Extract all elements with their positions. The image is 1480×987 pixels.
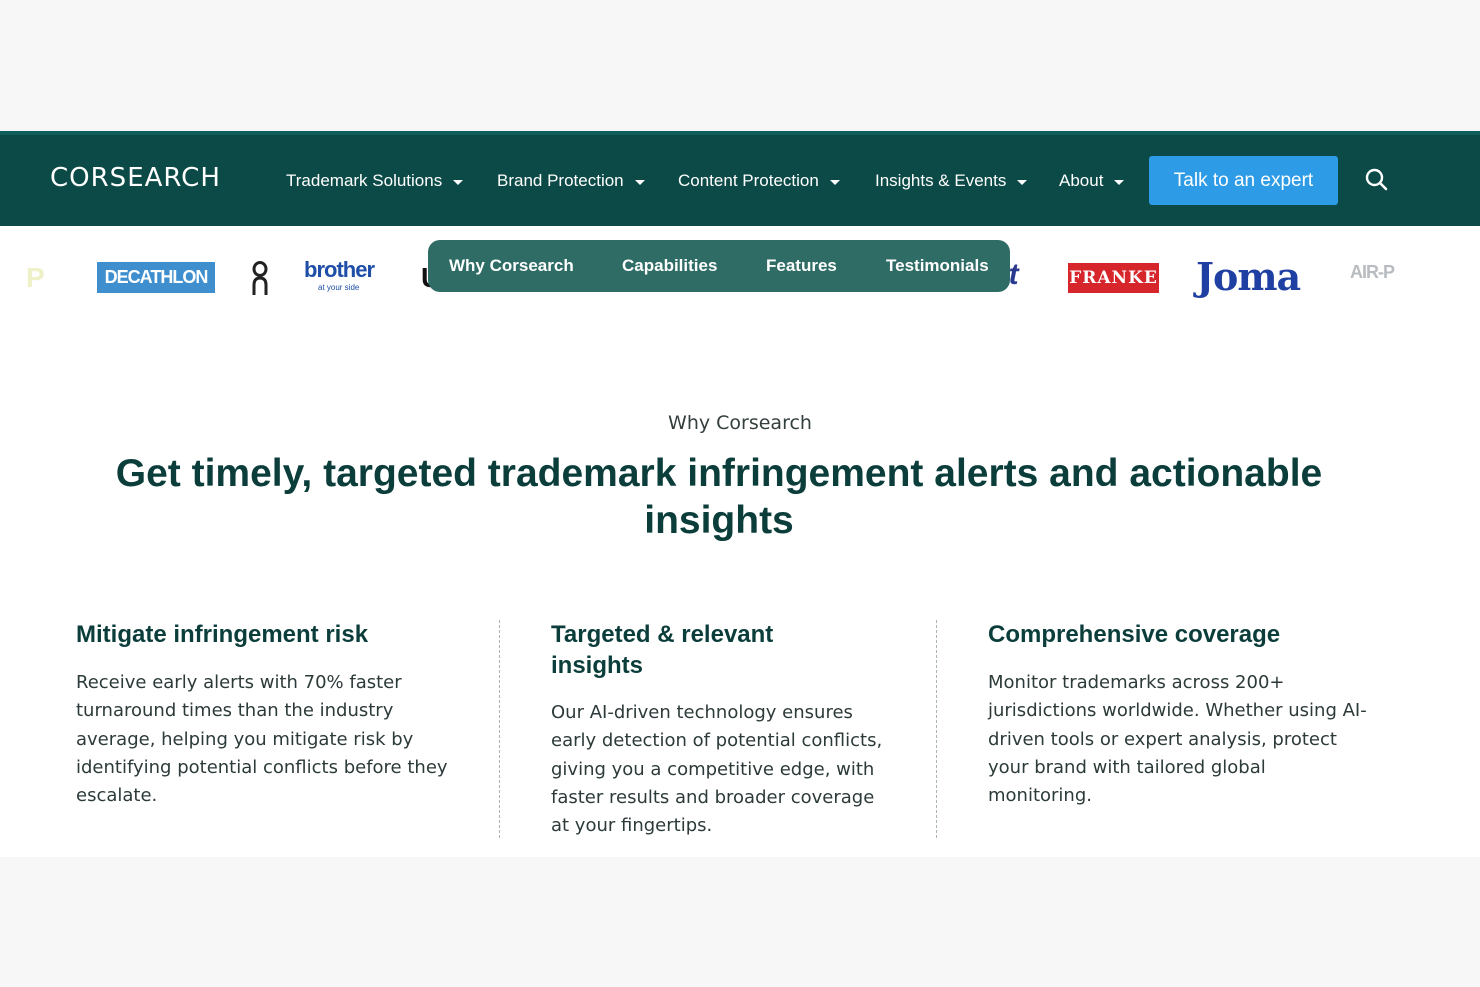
section-headline: Get timely, targeted trademark infringem… [115,452,1323,542]
nav-insights-events[interactable]: Insights & Events [875,168,1028,194]
subnav-tab-capabilities[interactable]: Capabilities [622,256,717,276]
feature-body: Receive early alerts with 70% faster tur… [76,672,448,807]
section-subnav: Why Corsearch Capabilities Features Test… [428,240,1010,292]
nav-label: Insights & Events [875,171,1007,190]
feature-title: Mitigate infringement risk [76,621,369,648]
nav-label: Trademark Solutions [286,171,443,190]
chevron-down-icon [829,179,840,185]
search-icon[interactable] [1364,167,1390,193]
chevron-down-icon [453,179,464,185]
brother-logo: brother [304,257,375,282]
nav-about[interactable]: About [1059,168,1125,194]
nav-content-protection[interactable]: Content Protection [678,168,840,194]
feature-title: Targeted & relevant insights [551,621,774,679]
nav-label: About [1059,171,1104,190]
feature-body: Monitor trademarks across 200+ jurisdict… [988,672,1367,807]
nav-trademark-solutions[interactable]: Trademark Solutions [286,168,464,194]
brother-tagline: at your side [318,283,360,292]
corsearch-logo[interactable]: CORSEARCH [50,163,221,193]
column-divider [936,620,937,838]
subnav-tab-why-corsearch[interactable]: Why Corsearch [449,256,574,276]
nav-brand-protection[interactable]: Brand Protection [497,168,645,194]
chevron-down-icon [1017,179,1028,185]
subnav-tab-testimonials[interactable]: Testimonials [886,256,989,276]
talk-to-expert-button[interactable]: Talk to an expert [1149,156,1338,205]
joma-logo: Joma [1196,254,1301,299]
feature-body: Our AI-driven technology ensures early d… [551,702,883,837]
column-divider [499,620,500,838]
on-running-logo [250,258,270,296]
partial-brand-logo: P [26,262,45,293]
chevron-down-icon [1114,179,1125,185]
franke-logo: FRANKE [1068,263,1159,293]
nav-label: Brand Protection [497,171,624,190]
chevron-down-icon [634,179,645,185]
section-eyebrow: Why Corsearch [668,412,812,434]
decathlon-logo: DECATHLON [97,262,215,293]
air-partial-logo: AIR-P [1350,262,1395,282]
subnav-tab-features[interactable]: Features [766,256,837,276]
feature-title: Comprehensive coverage [988,621,1281,648]
nav-label: Content Protection [678,171,819,190]
